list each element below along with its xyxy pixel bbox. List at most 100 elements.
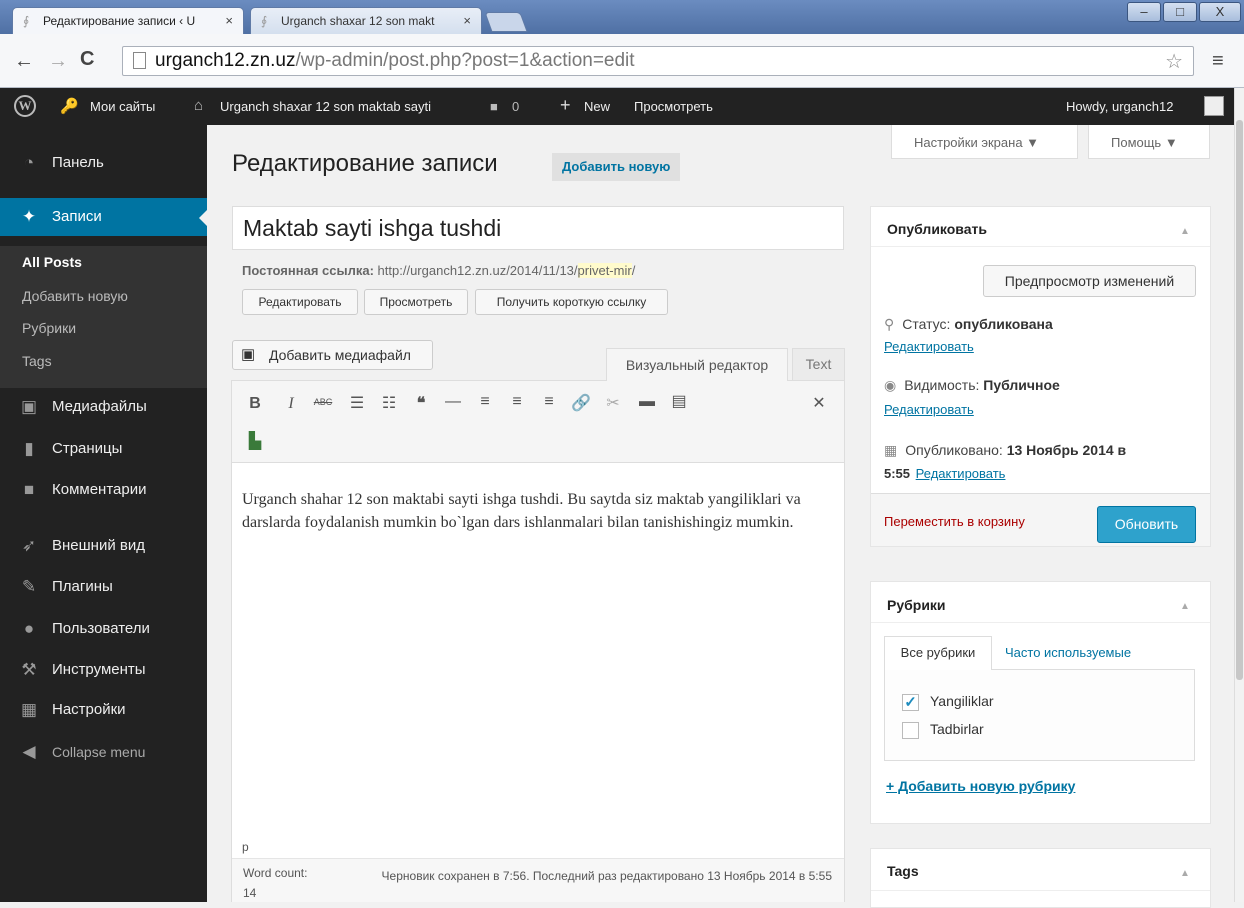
comment-bubble-icon[interactable]: ■ — [490, 99, 498, 114]
sidebar-item-users[interactable]: ● Пользователи — [0, 610, 207, 648]
category-label[interactable]: Yangiliklar — [930, 693, 994, 709]
window-close-button[interactable]: X — [1199, 2, 1241, 22]
align-left-icon[interactable]: ≡ — [474, 393, 496, 411]
submenu-item-all-posts[interactable]: All Posts — [22, 254, 82, 270]
sidebar-item-posts[interactable]: ✦ Записи — [0, 198, 207, 236]
post-title-input[interactable]: Maktab sayti ishga tushdi — [232, 206, 844, 250]
browser-tab-label: Редактирование записи ‹ U — [43, 14, 196, 28]
numbered-list-icon[interactable]: ☷ — [378, 393, 400, 413]
preview-changes-button[interactable]: Предпросмотр изменений — [983, 265, 1196, 297]
scrollbar-thumb[interactable] — [1236, 120, 1243, 680]
edit-status-link[interactable]: Редактировать — [884, 339, 974, 354]
add-new-post-button[interactable]: Добавить новую — [552, 153, 681, 181]
bullet-list-icon[interactable]: ☰ — [346, 393, 368, 413]
sidebar-item-label: Комментарии — [52, 481, 147, 498]
back-arrow-icon[interactable]: ← — [14, 50, 34, 73]
toggle-caret-icon[interactable]: ▲ — [1180, 868, 1190, 879]
address-bar[interactable]: urganch12.zn.uz/wp-admin/post.php?post=1… — [122, 46, 1194, 76]
edit-visibility-link[interactable]: Редактировать — [884, 402, 974, 417]
update-button[interactable]: Обновить — [1097, 506, 1196, 543]
editor-path: p — [242, 840, 249, 854]
new-content-link[interactable]: New — [584, 99, 610, 114]
submenu-item-add-new[interactable]: Добавить новую — [22, 288, 128, 304]
comments-count[interactable]: 0 — [512, 99, 519, 114]
window-maximize-button[interactable]: □ — [1163, 2, 1197, 22]
sidebar-item-label: Медиафайлы — [52, 398, 147, 415]
submenu-item-categories[interactable]: Рубрики — [22, 320, 76, 336]
tab-close-icon[interactable]: × — [225, 13, 233, 28]
tab-text-editor[interactable]: Text — [792, 348, 845, 381]
comments-icon: ■ — [23, 480, 35, 499]
edit-permalink-button[interactable]: Редактировать — [242, 289, 358, 315]
sidebar-item-dashboard[interactable]: ◔ Панель — [0, 144, 207, 182]
toggle-caret-icon[interactable]: ▲ — [1180, 601, 1190, 612]
fullscreen-icon[interactable]: ✕ — [808, 393, 830, 413]
sidebar-item-plugins[interactable]: ✎ Плагины — [0, 568, 207, 606]
permalink-slug[interactable]: privet-mir — [577, 263, 632, 278]
my-sites-link[interactable]: Мои сайты — [90, 99, 155, 114]
howdy-user[interactable]: Howdy, urganch12 — [1066, 99, 1173, 114]
browser-tab-edit-post[interactable]: ∮ Редактирование записи ‹ U × — [12, 7, 244, 34]
tab-all-categories[interactable]: Все рубрики — [884, 636, 992, 670]
blockquote-icon[interactable]: ❝ — [410, 393, 432, 413]
page-favicon-icon: ∮ — [23, 14, 30, 28]
horizontal-line-icon[interactable]: — — [442, 393, 464, 411]
link-icon[interactable]: 🔗 — [570, 393, 592, 413]
sidebar-item-label: Настройки — [52, 701, 126, 718]
add-new-category-link[interactable]: + Добавить новую рубрику — [886, 778, 1075, 794]
permalink-base[interactable]: http://urganch12.zn.uz/2014/11/13/ — [378, 263, 578, 278]
bold-icon[interactable]: B — [244, 395, 266, 413]
sidebar-item-comments[interactable]: ■ Комментарии — [0, 471, 207, 509]
add-media-label: Добавить медиафайл — [269, 347, 411, 363]
sidebar-item-appearance[interactable]: ➶ Внешний вид — [0, 527, 207, 565]
help-button[interactable]: Помощь ▼ — [1088, 125, 1210, 159]
new-tab-button[interactable] — [484, 12, 528, 32]
sidebar-item-label: Collapse menu — [52, 744, 146, 760]
screen-options-button[interactable]: Настройки экрана ▼ — [891, 125, 1078, 159]
tab-visual-editor[interactable]: Визуальный редактор — [606, 348, 788, 382]
sidebar-item-label: Внешний вид — [52, 537, 145, 554]
align-center-icon[interactable]: ≡ — [506, 393, 528, 411]
category-label[interactable]: Tadbirlar — [930, 721, 984, 737]
tab-most-used-categories[interactable]: Часто используемые — [1005, 645, 1131, 660]
forward-arrow-icon[interactable]: → — [48, 50, 68, 73]
move-to-trash-link[interactable]: Переместить в корзину — [884, 514, 1025, 529]
sidebar-item-collapse[interactable]: ◀ Collapse menu — [0, 733, 207, 771]
sidebar-item-tools[interactable]: ⚒ Инструменты — [0, 651, 207, 689]
view-post-button[interactable]: Просмотреть — [364, 289, 468, 315]
toolbar-toggle-icon[interactable]: ▤ — [668, 391, 690, 411]
add-media-button[interactable]: ▣ Добавить медиафайл — [232, 340, 433, 370]
bookmark-star-icon[interactable]: ☆ — [1165, 49, 1183, 74]
categories-box-title[interactable]: Рубрики — [887, 597, 946, 613]
view-post-link[interactable]: Просмотреть — [634, 99, 713, 114]
checkbox-checked[interactable]: ✓ — [902, 694, 919, 711]
publish-box-title[interactable]: Опубликовать — [887, 221, 987, 237]
checkbox[interactable] — [902, 722, 919, 739]
reload-icon[interactable]: C — [80, 48, 94, 71]
get-shortlink-button[interactable]: Получить короткую ссылку — [475, 289, 668, 315]
browser-menu-icon[interactable]: ≡ — [1212, 50, 1224, 73]
toggle-caret-icon[interactable]: ▲ — [1180, 226, 1190, 237]
insert-media-icon[interactable]: ▙ — [244, 431, 266, 451]
pages-icon: ▮ — [24, 439, 34, 458]
sidebar-item-media[interactable]: ▣ Медиафайлы — [0, 388, 207, 426]
sidebar-item-pages[interactable]: ▮ Страницы — [0, 430, 207, 468]
site-name-link[interactable]: Urganch shaxar 12 son maktab sayti — [220, 99, 431, 114]
unlink-icon[interactable]: ✂ — [602, 393, 624, 413]
strikethrough-icon[interactable]: ABC — [312, 397, 334, 407]
edit-date-link[interactable]: Редактировать — [916, 466, 1006, 481]
submenu-item-tags[interactable]: Tags — [22, 353, 52, 369]
divider — [871, 246, 1210, 247]
sidebar-item-settings[interactable]: ▦ Настройки — [0, 691, 207, 729]
window-minimize-button[interactable]: – — [1127, 2, 1161, 22]
italic-icon[interactable]: I — [280, 395, 302, 413]
align-right-icon[interactable]: ≡ — [538, 393, 560, 411]
editor-content[interactable]: Urganch shahar 12 son maktabi sayti ishg… — [242, 488, 832, 534]
browser-tab-site[interactable]: ∮ Urganch shaxar 12 son makt × — [250, 7, 482, 34]
tab-close-icon[interactable]: × — [463, 13, 471, 28]
read-more-icon[interactable]: ▬ — [636, 393, 658, 411]
wordpress-logo-icon[interactable]: W — [14, 95, 36, 117]
avatar[interactable] — [1204, 96, 1224, 116]
tags-box-title[interactable]: Tags — [887, 863, 919, 879]
tools-icon: ⚒ — [21, 660, 37, 679]
